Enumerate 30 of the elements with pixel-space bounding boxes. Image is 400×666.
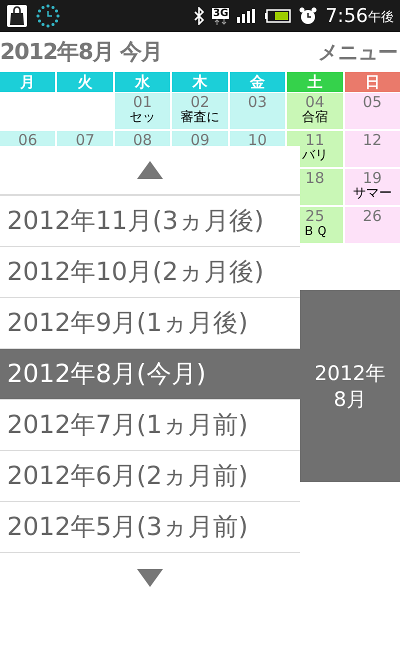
clock-icon[interactable] [36, 4, 60, 28]
calendar-day-cell[interactable]: 03 [230, 93, 286, 129]
calendar-day-cell[interactable]: 19 サマー [344, 169, 400, 205]
current-month-label: 2012年 8月 [300, 290, 400, 482]
clock-time: 7:56 [325, 4, 368, 29]
calendar-day-cell[interactable]: 04 合宿 [287, 93, 343, 129]
weekday-header: 日 [344, 72, 400, 92]
weekday-header: 水 [114, 72, 170, 92]
weekday-header: 木 [172, 72, 228, 92]
weekday-header: 火 [57, 72, 113, 92]
calendar-day-cell[interactable]: 12 [344, 131, 400, 167]
weekday-header: 土 [287, 72, 343, 92]
clock-period: 午後 [368, 9, 394, 28]
up-triangle-icon [137, 161, 163, 179]
bluetooth-icon [194, 7, 204, 25]
down-triangle-icon [137, 569, 163, 587]
calendar-day-cell[interactable]: 05 [344, 93, 400, 129]
menu-button[interactable]: メニュー [318, 37, 400, 67]
calendar-day-cell[interactable]: 26 [344, 207, 400, 243]
battery-icon [265, 9, 292, 23]
weekday-header: 月 [0, 72, 56, 92]
weekday-header: 金 [230, 72, 286, 92]
calendar-day-cell[interactable]: 02 審査に [172, 93, 228, 129]
month-title: 2012年8月 今月 [0, 38, 162, 66]
alarm-clock-icon [299, 7, 318, 25]
network-type-indicator: 3G [212, 8, 230, 24]
shopping-bag-icon[interactable] [6, 4, 28, 28]
calendar-day-cell[interactable]: 01 セッ [114, 93, 170, 129]
signal-icon [237, 9, 258, 23]
month-option[interactable]: 2012年8月(今月) [0, 349, 300, 400]
